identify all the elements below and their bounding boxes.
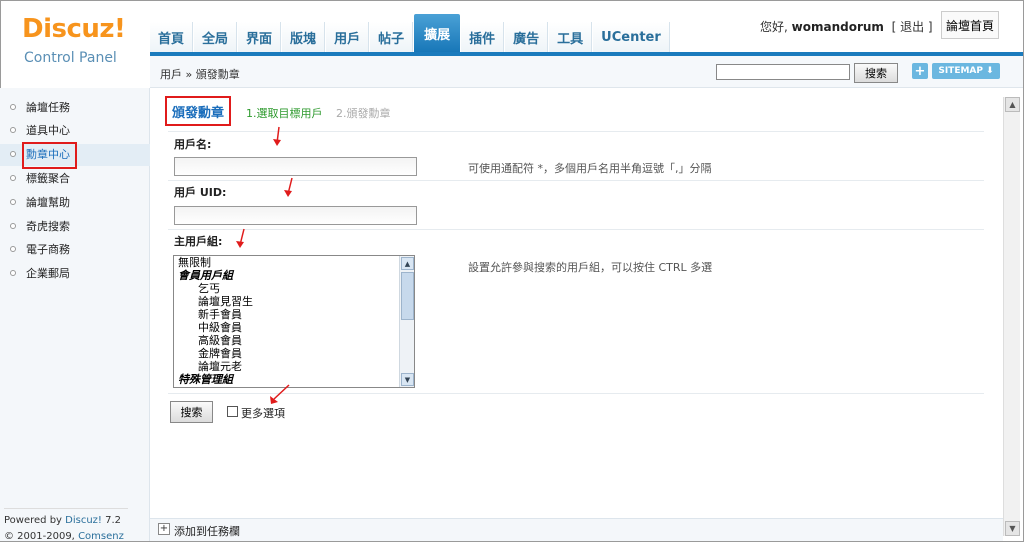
listbox-option[interactable]: 論壇見習生	[174, 295, 414, 308]
user-info: 您好, womandorum [ 退出 ]	[760, 18, 933, 35]
listbox-option[interactable]: 新手會員	[174, 308, 414, 321]
sidebar-item-label: 企業郵局	[26, 267, 70, 280]
nav-extensions[interactable]: 擴展	[414, 14, 461, 52]
user-group-listbox[interactable]: 無限制 會員用戶組 乞丐 論壇見習生 新手會員 中級會員 高級會員 金牌會員 論壇元老 特殊管理組…	[173, 255, 415, 388]
annotation-arrow-icon	[273, 126, 281, 146]
submit-search-button[interactable]: 搜索	[170, 401, 213, 423]
listbox-option[interactable]: 高級會員	[174, 334, 414, 347]
bullet-icon	[10, 270, 16, 276]
sidebar-item-label: 論壇幫助	[26, 196, 70, 209]
sidebar-item-mail[interactable]: 企業郵局	[10, 265, 70, 281]
discuz-link[interactable]: Discuz!	[65, 515, 102, 526]
divider	[168, 131, 984, 132]
listbox-option[interactable]: 乞丐	[174, 282, 414, 295]
search-input[interactable]	[716, 64, 850, 80]
nav-tools[interactable]: 工具	[549, 22, 593, 52]
listbox-option[interactable]: 無限制	[174, 256, 414, 269]
step-award-medal: 2.頒發勳章	[336, 107, 391, 120]
username-input[interactable]	[174, 157, 417, 176]
bullet-icon	[10, 199, 16, 205]
discuz-logo[interactable]: Discuz! Control Panel	[0, 0, 150, 88]
add-task-icon[interactable]: +	[158, 523, 170, 535]
sidebar-item-tags[interactable]: 標籤聚合	[10, 170, 70, 186]
page-scrollbar[interactable]: ▲ ▼	[1003, 97, 1020, 536]
sidebar-item-magic[interactable]: 道具中心	[10, 122, 70, 138]
forum-home-button[interactable]: 論壇首頁	[941, 11, 999, 39]
scroll-up-icon[interactable]: ▲	[401, 257, 414, 270]
nav-posts[interactable]: 帖子	[370, 22, 414, 52]
annotation-arrow-icon	[270, 384, 290, 404]
sidebar-item-label: 道具中心	[26, 124, 70, 137]
add-to-taskbar-link[interactable]: 添加到任務欄	[174, 523, 240, 539]
sitemap-button[interactable]: SITEMAP ⬇	[932, 63, 1000, 79]
page-title: 頒發勳章	[171, 105, 224, 121]
divider	[168, 229, 984, 230]
nav-plugins[interactable]: 插件	[461, 22, 505, 52]
top-nav: 首頁 全局 界面 版塊 用戶 帖子 擴展 插件 廣告 工具 UCenter	[150, 14, 671, 52]
listbox-group-header: 特殊管理組	[178, 373, 233, 386]
add-shortcut-icon[interactable]: +	[912, 63, 928, 79]
highlight-box: 頒發勳章	[165, 96, 231, 126]
listbox-option[interactable]: 中級會員	[174, 321, 414, 334]
sidebar-item-label: 電子商務	[26, 243, 70, 256]
nav-ucenter[interactable]: UCenter	[593, 22, 670, 52]
listbox-scrollbar[interactable]: ▲ ▼	[399, 256, 414, 387]
powered-by: Powered by	[4, 515, 62, 526]
copyright: © 2001-2009,	[4, 531, 75, 542]
nav-home[interactable]: 首頁	[150, 22, 194, 52]
greeting: 您好,	[760, 20, 788, 34]
sidebar-item-tasks[interactable]: 論壇任務	[10, 99, 70, 115]
logout-link[interactable]: [ 退出 ]	[892, 20, 933, 34]
more-options-checkbox[interactable]	[227, 406, 238, 417]
step-select-users: 1.選取目標用戶	[246, 107, 323, 120]
nav-global[interactable]: 全局	[194, 22, 238, 52]
bottom-bar: + 添加到任務欄	[150, 518, 1003, 541]
sidebar-item-label: 標籤聚合	[26, 172, 70, 185]
sidebar-item-ecommerce[interactable]: 電子商務	[10, 241, 70, 257]
listbox-option[interactable]: 金牌會員	[174, 347, 414, 360]
sidebar-footer: Powered by Discuz! 7.2 © 2001-2009, Coms…	[4, 508, 128, 542]
username-hint: 可使用通配符 *，多個用戶名用半角逗號「,」分隔	[468, 162, 712, 175]
bullet-icon	[10, 175, 16, 181]
logo-sub: Control Panel	[24, 50, 117, 66]
nav-ads[interactable]: 廣告	[505, 22, 549, 52]
annotation-arrow-icon	[236, 228, 245, 248]
breadcrumb-bar: 用戶 » 頒發勳章 搜索 + SITEMAP ⬇	[150, 56, 1023, 88]
bullet-icon	[10, 151, 16, 157]
listbox-group-header: 會員用戶組	[178, 269, 233, 282]
more-options-label[interactable]: 更多選項	[241, 405, 285, 421]
sidebar-item-label: 奇虎搜索	[26, 220, 70, 233]
search-button[interactable]: 搜索	[854, 63, 898, 83]
nav-forums[interactable]: 版塊	[282, 22, 326, 52]
bullet-icon	[10, 104, 16, 110]
bullet-icon	[10, 223, 16, 229]
bullet-icon	[10, 127, 16, 133]
breadcrumb: 用戶 » 頒發勳章	[160, 68, 240, 81]
bullet-icon	[10, 246, 16, 252]
listbox-options: 無限制 會員用戶組 乞丐 論壇見習生 新手會員 中級會員 高級會員 金牌會員 論壇元老 特殊管理組	[174, 256, 414, 386]
nav-users[interactable]: 用戶	[326, 22, 370, 52]
sidebar-item-label: 論壇任務	[26, 101, 70, 114]
uid-input[interactable]	[174, 206, 417, 225]
sidebar-item-help[interactable]: 論壇幫助	[10, 194, 70, 210]
uid-label: 用戶 UID:	[174, 186, 227, 199]
listbox-option[interactable]: 論壇元老	[174, 360, 414, 373]
logo-main: Discuz!	[22, 14, 126, 44]
version: 7.2	[105, 515, 122, 526]
sidebar-item-qihoo[interactable]: 奇虎搜索	[10, 218, 70, 234]
scroll-up-icon[interactable]: ▲	[1005, 97, 1020, 112]
scroll-down-icon[interactable]: ▼	[401, 373, 414, 386]
nav-interface[interactable]: 界面	[238, 22, 282, 52]
group-label: 主用戶組:	[174, 235, 223, 248]
scroll-down-icon[interactable]: ▼	[1005, 521, 1020, 536]
scroll-thumb[interactable]	[401, 272, 414, 320]
group-hint: 設置允許參與搜索的用戶組，可以按住 CTRL 多選	[468, 261, 713, 274]
sidebar: 論壇任務 道具中心 勳章中心 標籤聚合 論壇幫助 奇虎搜索 電子商務 企業郵局 …	[0, 88, 150, 542]
username-label: 用戶名:	[174, 138, 212, 151]
username: womandorum	[791, 20, 884, 34]
highlight-box	[22, 142, 77, 169]
annotation-arrow-icon	[284, 177, 293, 197]
main-content: 頒發勳章 1.選取目標用戶 2.頒發勳章 用戶名: 可使用通配符 *，多個用戶名…	[150, 88, 1005, 518]
